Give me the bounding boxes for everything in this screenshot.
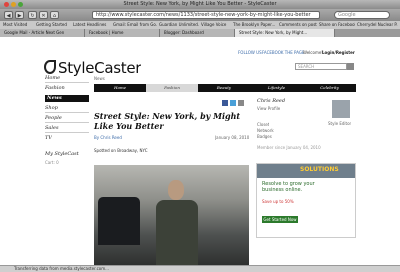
nav-celebrity[interactable]: Celebrity — [303, 84, 356, 92]
status-text: Transferring data from media.stylecaster… — [14, 266, 109, 271]
forward-button[interactable]: ▶ — [15, 11, 24, 19]
facebook-link[interactable]: FACEBOOK THE PAGE — [262, 50, 304, 55]
sidebar-item-news[interactable]: News — [45, 95, 89, 102]
bookmark[interactable]: Guardian Unlimited... — [159, 21, 199, 29]
browser-search-input[interactable]: Google — [334, 11, 390, 19]
home-button[interactable]: ⌂ — [50, 11, 59, 19]
email-share-icon[interactable] — [238, 100, 244, 106]
sidebar-divider — [45, 112, 89, 113]
sidebar-item-tv[interactable]: TV — [45, 135, 52, 141]
author-link-network[interactable]: Network — [257, 128, 274, 133]
author-profile-link[interactable]: View Profile — [257, 106, 280, 111]
ad-cta-button[interactable]: Get Started Now — [262, 216, 298, 223]
sidebar-divider — [45, 82, 89, 83]
author-link-badges[interactable]: Badges — [257, 134, 272, 139]
sidebar-divider — [45, 122, 89, 123]
article-headline: Street Style: New York, by Might Like Yo… — [94, 111, 241, 131]
browser-tab[interactable]: Google Mail - Article Next Gen — [0, 29, 85, 37]
bookmark[interactable]: Most Visited — [3, 21, 33, 29]
nav-fashion[interactable]: Fashion — [146, 84, 198, 92]
photo-car — [98, 197, 140, 245]
bookmark[interactable]: Comments on posts — [279, 21, 317, 29]
address-bar[interactable]: http://www.stylecaster.com/news/1133/str… — [92, 11, 320, 19]
login-register-link[interactable]: Login/Register — [322, 50, 355, 55]
author-name[interactable]: Chris Reed — [257, 98, 285, 104]
nav-lifestyle[interactable]: Lifestyle — [250, 84, 303, 92]
sidebar-item-shop[interactable]: Shop — [45, 105, 58, 111]
site-logo[interactable]: StyleCaster — [58, 60, 141, 76]
bookmark[interactable]: Gmail: Email from Go... — [113, 21, 157, 29]
bookmark[interactable]: Cherrydel Nuclear P... — [357, 21, 398, 29]
welcome-text: Welcome! — [303, 50, 323, 55]
reload-button[interactable]: ↻ — [28, 11, 37, 19]
cart-count[interactable]: Cart: 0 — [45, 160, 59, 165]
sidebar-item-fashion[interactable]: Fashion — [45, 85, 65, 91]
sidebar-item-people[interactable]: People — [45, 115, 62, 121]
bookmark[interactable]: The Brooklyn Paper... — [233, 21, 277, 29]
article-date: January 08, 2010 — [215, 135, 250, 140]
bookmark[interactable]: Village Voice — [201, 21, 231, 29]
sidebar-item-sales[interactable]: Sales — [45, 125, 59, 131]
facebook-share-icon[interactable] — [222, 100, 228, 106]
article-intro: Spotted on Broadway, NYC — [94, 148, 148, 153]
browser-tab[interactable]: Blogger: Dashboard — [160, 29, 235, 37]
article-byline[interactable]: By Chris Reed — [94, 135, 122, 140]
sidebar-item-home[interactable]: Home — [45, 75, 60, 81]
site-search-button[interactable] — [347, 63, 354, 70]
nav-beauty[interactable]: Beauty — [198, 84, 250, 92]
ad-offer: Save up to 50% — [262, 199, 294, 204]
my-stylecast-label[interactable]: My StyleCast — [45, 151, 79, 157]
author-avatar[interactable] — [332, 100, 350, 118]
nav-home[interactable]: Home — [94, 84, 146, 92]
back-button[interactable]: ◀ — [4, 11, 13, 19]
sidebar-divider — [45, 132, 89, 133]
browser-tab-active[interactable]: Street Style: New York, by Might... — [235, 29, 335, 37]
follow-us-link[interactable]: FOLLOW US — [238, 50, 262, 55]
browser-tab[interactable]: Facebook | Home — [85, 29, 160, 37]
twitter-share-icon[interactable] — [230, 100, 236, 106]
site-search-input[interactable]: SEARCH — [295, 63, 347, 70]
photo-person — [156, 200, 198, 265]
window-title: Street Style: New York, by Might Like Yo… — [123, 1, 277, 7]
browser-window: Street Style: New York, by Might Like Yo… — [0, 0, 400, 272]
author-link-closet[interactable]: Closet — [257, 122, 269, 127]
bookmark[interactable]: Share on Facebook — [319, 21, 355, 29]
ad-brand: SOLUTIONS — [300, 166, 339, 173]
author-role: Style Editor — [328, 121, 352, 126]
stop-button[interactable]: ✕ — [39, 11, 48, 19]
bookmark[interactable]: Getting Started — [36, 21, 71, 29]
photo-person-head — [168, 180, 184, 200]
ad-headline: Resolve to grow your business online. — [262, 181, 315, 193]
section-label: News — [94, 76, 105, 81]
bookmark[interactable]: Latest Headlines — [73, 21, 111, 29]
logo-mark-icon[interactable] — [44, 60, 56, 74]
member-since: Member since January 04, 2010 — [257, 145, 321, 150]
